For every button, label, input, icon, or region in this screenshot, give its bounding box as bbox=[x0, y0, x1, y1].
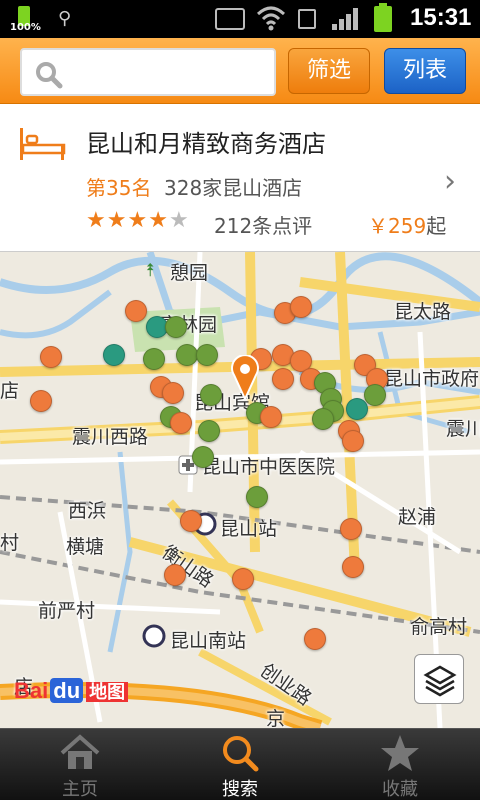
hotel-marker[interactable] bbox=[246, 486, 268, 508]
star-rating: ★★★★★ bbox=[86, 208, 190, 233]
battery-percent: 100% bbox=[10, 22, 41, 33]
price-value: 259 bbox=[388, 214, 427, 238]
map-layers-button[interactable] bbox=[414, 654, 464, 704]
hotel-marker[interactable] bbox=[346, 398, 368, 420]
star-icon: ★ bbox=[148, 208, 169, 233]
map-label-zhenchuan-east: 震川 bbox=[446, 418, 480, 440]
map-label-qianyan-village: 前严村 bbox=[38, 600, 96, 622]
nav-search-label: 搜索 bbox=[222, 779, 258, 800]
svg-text:⯭: ⯭ bbox=[145, 260, 156, 281]
selected-location-pin-icon[interactable] bbox=[230, 355, 260, 399]
star-icon: ★ bbox=[86, 208, 107, 233]
hotel-marker[interactable] bbox=[192, 446, 214, 468]
map-label-yugao-village: 俞高村 bbox=[410, 616, 468, 638]
nav-search[interactable]: 搜索 bbox=[160, 729, 320, 800]
star-empty-icon: ★ bbox=[168, 208, 190, 233]
clock: 15:31 bbox=[410, 4, 472, 31]
search-toolbar: 筛选 列表 bbox=[0, 38, 480, 104]
hotel-marker[interactable] bbox=[40, 346, 62, 368]
hotel-marker[interactable] bbox=[30, 390, 52, 412]
hotel-marker[interactable] bbox=[272, 368, 294, 390]
hotel-marker[interactable] bbox=[196, 344, 218, 366]
map-label-kunta-road: 昆太路 bbox=[394, 301, 452, 323]
logo-text: Bai bbox=[14, 678, 49, 703]
filter-button[interactable]: 筛选 bbox=[288, 48, 370, 94]
map-label-park: 憩园 bbox=[170, 262, 209, 284]
map-label-hospital: 昆山市中医医院 bbox=[202, 456, 336, 478]
map-label-hengtang: 横塘 bbox=[66, 536, 105, 558]
review-count: 212条点评 bbox=[214, 214, 313, 238]
bed-icon bbox=[20, 128, 66, 160]
hotel-marker[interactable] bbox=[340, 518, 362, 540]
search-icon bbox=[36, 62, 63, 89]
hotel-marker[interactable] bbox=[260, 406, 282, 428]
map-label-zhaopu: 赵浦 bbox=[398, 506, 437, 528]
search-icon bbox=[223, 736, 259, 772]
map-label-jing: 京 bbox=[266, 708, 286, 728]
layers-icon bbox=[423, 665, 457, 697]
map-label-dian: 店 bbox=[0, 380, 20, 402]
wifi-icon bbox=[256, 6, 286, 31]
sim-icon bbox=[298, 9, 316, 29]
baidu-map-logo: Bai du 地图 bbox=[14, 678, 129, 704]
hotel-rank: 第35名 bbox=[86, 176, 152, 200]
map-label-kunshan-gov: 昆山市政府 bbox=[384, 368, 480, 390]
nav-favorites-label: 收藏 bbox=[382, 779, 418, 800]
nav-home[interactable]: 主页 bbox=[0, 729, 160, 800]
hotel-marker[interactable] bbox=[143, 348, 165, 370]
battery-small-icon: 100% bbox=[10, 6, 41, 33]
search-input[interactable] bbox=[20, 48, 276, 96]
hotel-marker[interactable] bbox=[125, 300, 147, 322]
hotel-marker[interactable] bbox=[342, 556, 364, 578]
status-bar: 100% ⚲ 15:31 bbox=[0, 0, 480, 38]
bottom-nav: 主页 搜索 收藏 bbox=[0, 728, 480, 800]
hotel-marker[interactable] bbox=[180, 510, 202, 532]
map-label-zhenchuan-west: 震川西路 bbox=[72, 426, 149, 448]
map-label-kunshan-south: 昆山南站 bbox=[170, 630, 247, 652]
hotel-marker[interactable] bbox=[198, 420, 220, 442]
hotel-marker[interactable] bbox=[103, 344, 125, 366]
hotel-marker[interactable] bbox=[290, 296, 312, 318]
hotel-card[interactable]: 昆山和月精致商务酒店 第35名 328家昆山酒店 ★★★★★ 212条点评 ￥2… bbox=[0, 104, 480, 252]
price-unit: 起 bbox=[426, 214, 447, 238]
star-icon bbox=[381, 735, 419, 771]
logo-du: du bbox=[50, 678, 84, 703]
hotel-marker[interactable] bbox=[364, 384, 386, 406]
map-view[interactable]: ⯭ 憩园 亭林园 昆太路 昆山市政府 店 昆山宾馆 震川西路 震川 昆山市中医医… bbox=[0, 252, 480, 728]
vibrate-icon bbox=[215, 8, 245, 30]
hotel-marker[interactable] bbox=[342, 430, 364, 452]
chevron-right-icon[interactable]: › bbox=[444, 164, 456, 199]
map-label-kunshan-station: 昆山站 bbox=[220, 518, 278, 540]
map-label-xibin: 西浜 bbox=[68, 500, 107, 522]
list-button[interactable]: 列表 bbox=[384, 48, 466, 94]
hotel-marker[interactable] bbox=[162, 382, 184, 404]
nav-home-label: 主页 bbox=[62, 779, 98, 800]
nav-favorites[interactable]: 收藏 bbox=[320, 729, 480, 800]
signal-icon bbox=[332, 8, 360, 30]
battery-icon bbox=[374, 3, 392, 32]
hotel-price: ￥259起 bbox=[368, 210, 446, 239]
hotel-marker[interactable] bbox=[304, 628, 326, 650]
hotel-marker[interactable] bbox=[164, 564, 186, 586]
hotel-marker[interactable] bbox=[312, 408, 334, 430]
hotel-marker[interactable] bbox=[170, 412, 192, 434]
home-icon bbox=[60, 734, 100, 769]
hotel-marker[interactable] bbox=[176, 344, 198, 366]
usb-icon: ⚲ bbox=[58, 8, 72, 29]
hotel-count: 328家昆山酒店 bbox=[164, 176, 303, 200]
hotel-marker[interactable] bbox=[232, 568, 254, 590]
price-symbol: ￥ bbox=[368, 214, 388, 238]
star-icon: ★ bbox=[106, 208, 128, 233]
hotel-name: 昆山和月精致商务酒店 bbox=[86, 130, 326, 158]
logo-map: 地图 bbox=[86, 682, 129, 702]
map-label-cun: 村 bbox=[0, 532, 20, 554]
hotel-marker[interactable] bbox=[200, 384, 222, 406]
star-icon: ★ bbox=[127, 208, 149, 233]
hotel-marker[interactable] bbox=[165, 316, 187, 338]
